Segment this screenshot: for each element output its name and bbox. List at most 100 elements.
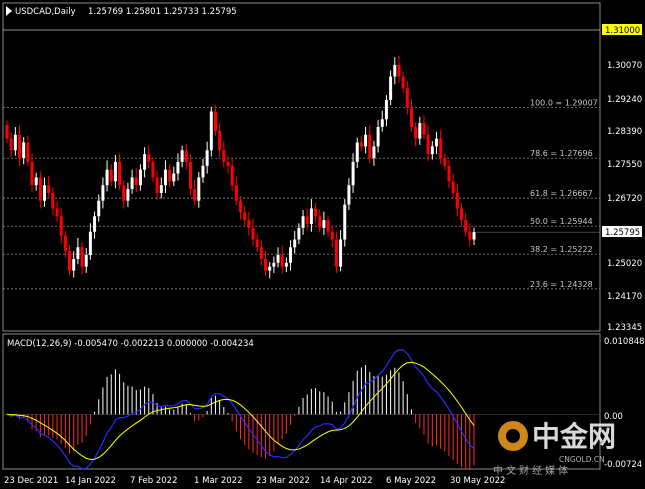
candle-body: [343, 204, 347, 240]
date-tick: 14 Apr 2022: [320, 476, 373, 486]
candle-body: [280, 255, 284, 267]
candle-body: [34, 177, 38, 186]
fib-level-label: 38.2 = 1.25222: [530, 245, 593, 254]
candle-body: [130, 177, 134, 190]
price-tick: 1.26720: [607, 194, 642, 204]
candle-body: [289, 247, 293, 263]
candle-body: [209, 111, 213, 151]
candle-body: [5, 125, 9, 139]
candle-body: [472, 232, 476, 240]
price-tick: 1.23345: [607, 323, 642, 333]
candle-body: [393, 64, 397, 77]
candle-body: [134, 177, 138, 186]
chart-window[interactable]: 100.0 = 1.29007 78.6 = 1.27696 61.8 = 1.26…: [0, 0, 645, 489]
date-tick: 23 Dec 2021: [4, 476, 58, 486]
fib-level-label: 61.8 = 1.26667: [530, 189, 593, 198]
candle-body: [434, 138, 438, 147]
price-tick: 1.29240: [607, 95, 642, 105]
candle-body: [88, 231, 92, 256]
candle-body: [184, 150, 188, 162]
candle-body: [355, 142, 359, 162]
fib-level-label: 78.6 = 1.27696: [530, 149, 593, 158]
candle-body: [68, 251, 72, 271]
candle-body: [359, 142, 363, 147]
candle-body: [126, 189, 130, 201]
candle-body: [13, 134, 17, 151]
candle-body: [168, 169, 172, 182]
candle-body: [468, 231, 472, 240]
candle-body: [76, 247, 80, 259]
candle-body: [464, 220, 468, 232]
candle-body: [26, 142, 30, 162]
candle-body: [72, 258, 76, 271]
candle-body: [272, 262, 276, 267]
candle-body: [314, 208, 318, 217]
candle-body: [143, 154, 147, 170]
candle-body: [384, 99, 388, 120]
price-tick: 1.28390: [607, 127, 642, 137]
candle-body: [455, 192, 459, 209]
candle-body: [155, 177, 159, 193]
candle-body: [147, 154, 151, 162]
candle-body: [339, 239, 343, 267]
candle-body: [109, 169, 113, 182]
candle-body: [159, 185, 163, 193]
candle-body: [176, 161, 180, 174]
candle-body: [264, 258, 268, 271]
candle-body: [364, 134, 368, 147]
candle-body: [326, 220, 330, 232]
candle-body: [30, 161, 34, 186]
candle-body: [276, 255, 280, 263]
watermark-title: 中金网: [532, 420, 616, 453]
candle-body: [163, 169, 167, 186]
candle-body: [426, 134, 430, 155]
candle-body: [372, 146, 376, 159]
candle-body: [268, 266, 272, 271]
candle-body: [351, 161, 355, 186]
candle-body: [234, 185, 238, 201]
candle-body: [205, 150, 209, 166]
candle-body: [47, 185, 51, 193]
candle-body: [193, 189, 197, 201]
candle-body: [247, 220, 251, 228]
candle-body: [305, 216, 309, 224]
date-tick: 23 Mar 2022: [256, 476, 310, 486]
candle-body: [122, 185, 126, 201]
candle-body: [301, 216, 305, 228]
candle-body: [297, 227, 301, 240]
candle-body: [368, 134, 372, 159]
candle-body: [293, 239, 297, 248]
candle-body: [239, 200, 242, 213]
candle-body: [443, 158, 447, 166]
candle-body: [401, 76, 405, 89]
candle-body: [180, 150, 184, 162]
candle-body: [9, 138, 13, 151]
candle-body: [84, 255, 88, 267]
candle-body: [430, 146, 434, 155]
candle-body: [347, 185, 351, 205]
current-price-label: 1.25795: [605, 228, 640, 238]
fib-level-label: 50.0 = 1.25944: [530, 217, 593, 226]
candle-body: [38, 177, 42, 201]
candle-body: [188, 161, 192, 190]
candle-body: [376, 126, 380, 147]
candle-body: [51, 192, 55, 209]
candle-body: [105, 169, 109, 186]
cngold-logo-inner: [506, 429, 520, 443]
candle-body: [451, 181, 455, 193]
candle-body: [18, 134, 22, 159]
candle-body: [59, 216, 63, 236]
candle-body: [138, 169, 142, 186]
candle-body: [251, 227, 255, 240]
candle-body: [213, 111, 217, 131]
macd-label: MACD(12,26,9) -0.005470 -0.002213 0.0000…: [7, 339, 254, 349]
candle-body: [422, 123, 426, 135]
candle-body: [55, 208, 59, 217]
candle-body: [118, 161, 122, 186]
date-tick: 30 May 2022: [450, 476, 505, 486]
candle-body: [197, 177, 201, 201]
candle-body: [22, 142, 26, 159]
candle-body: [226, 161, 230, 166]
candle-body: [414, 126, 418, 139]
candle-body: [230, 165, 234, 186]
